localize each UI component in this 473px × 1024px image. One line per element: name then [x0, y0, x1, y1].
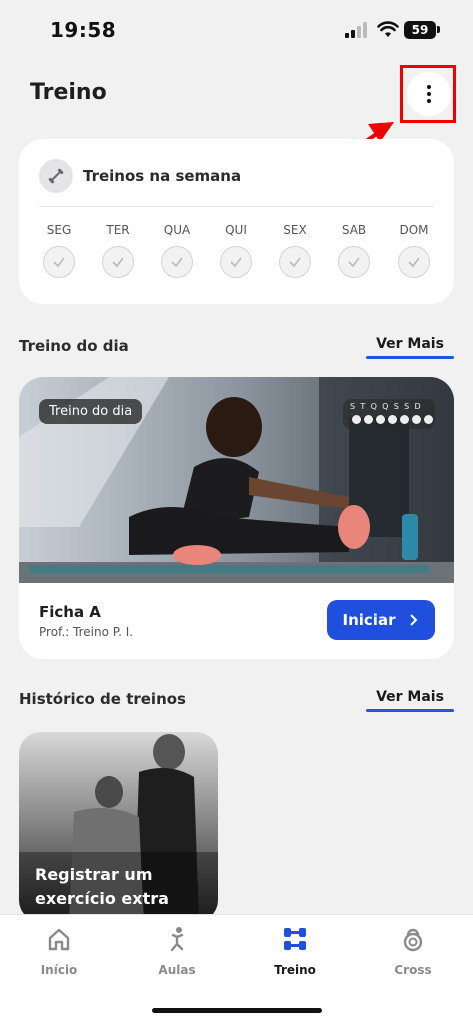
divider — [39, 206, 434, 207]
workout-professor: Prof.: Treino P. I. — [39, 625, 134, 639]
dumbbell-icon — [39, 159, 73, 193]
chevron-right-icon — [410, 614, 418, 626]
day-label: TER — [106, 223, 130, 237]
day-label: QUA — [163, 223, 191, 237]
battery-indicator: 59 — [404, 21, 436, 39]
check-icon — [289, 257, 301, 268]
weekly-workouts-title: Treinos na semana — [83, 167, 242, 185]
check-icon — [408, 257, 420, 268]
start-label: Iniciar — [342, 611, 396, 629]
see-more-history-link[interactable]: Ver Mais — [366, 689, 454, 705]
week-letters: STQQSSD — [350, 402, 426, 411]
check-icon — [112, 257, 124, 268]
register-extra-exercise-card[interactable]: Registrar um exercício extra — [19, 732, 218, 922]
see-more-workout-link[interactable]: Ver Mais — [366, 336, 454, 352]
tab-label: Treino — [274, 963, 316, 977]
check-icon — [53, 257, 65, 268]
day-label: DOM — [399, 223, 429, 237]
weekly-workouts-card — [19, 139, 454, 304]
wifi-icon — [377, 21, 399, 37]
tab-label: Início — [40, 963, 78, 977]
yoga-person-icon — [170, 927, 184, 952]
day-check[interactable] — [279, 246, 311, 278]
day-label: SAB — [341, 223, 367, 237]
tab-treino[interactable]: Treino — [250, 925, 340, 977]
check-icon — [348, 257, 360, 268]
day-check[interactable] — [338, 246, 370, 278]
day-check[interactable] — [220, 246, 252, 278]
home-indicator — [152, 1008, 322, 1013]
tab-label: Cross — [394, 963, 432, 977]
register-extra-exercise-text: Registrar um exercício extra — [35, 865, 169, 908]
annotation-highlight-box — [400, 65, 456, 123]
cellular-signal-icon — [345, 22, 371, 38]
status-time: 19:58 — [50, 18, 117, 42]
dumbbell-grid-icon — [284, 928, 306, 950]
day-check[interactable] — [398, 246, 430, 278]
home-icon — [48, 928, 70, 951]
day-check[interactable] — [43, 246, 75, 278]
page-title: Treino — [30, 80, 107, 105]
day-label: QUI — [225, 223, 247, 237]
workout-of-day-section-title: Treino do dia — [19, 337, 129, 355]
history-section-title: Histórico de treinos — [19, 690, 186, 708]
week-dot-row — [352, 415, 433, 424]
check-icon — [171, 257, 183, 268]
workout-sheet-name: Ficha A — [39, 603, 101, 621]
workout-of-day-tag: Treino do dia — [39, 399, 143, 424]
kettlebell-icon — [403, 928, 423, 952]
day-label: SEG — [46, 223, 72, 237]
day-check[interactable] — [161, 246, 193, 278]
see-more-underline — [366, 356, 454, 359]
battery-nub — [437, 26, 440, 33]
tab-inicio[interactable]: Início — [14, 925, 104, 977]
tab-label: Aulas — [158, 963, 196, 977]
tab-cross[interactable]: Cross — [368, 925, 458, 977]
week-progress-dots: STQQSSD — [343, 399, 435, 429]
see-more-underline — [366, 709, 454, 712]
day-check[interactable] — [102, 246, 134, 278]
day-label: SEX — [283, 223, 307, 237]
tab-aulas[interactable]: Aulas — [132, 925, 222, 977]
start-workout-button[interactable]: Iniciar — [327, 600, 435, 640]
check-icon — [230, 257, 242, 268]
workout-of-day-card[interactable]: Treino do dia STQQSSD Ficha A Prof.: Tre… — [19, 377, 454, 659]
